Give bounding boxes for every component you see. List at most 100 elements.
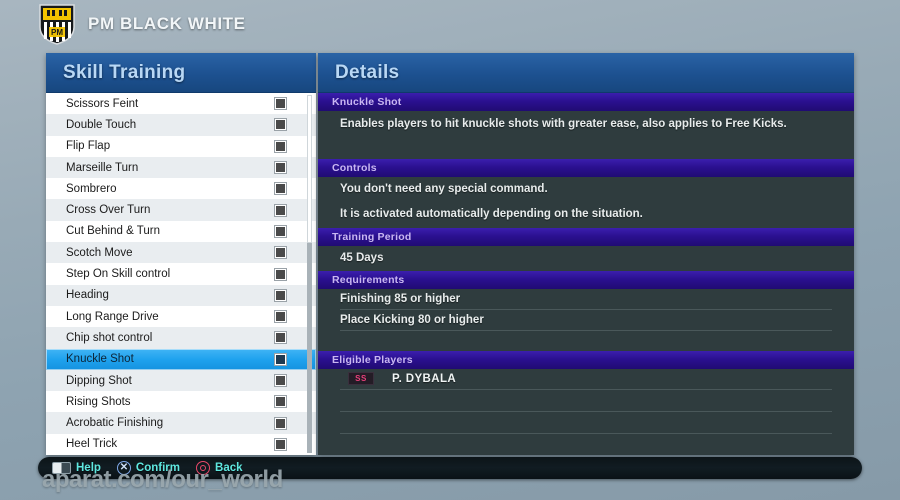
skill-training-title: Skill Training	[63, 61, 186, 83]
skill-item-checkbox[interactable]	[275, 417, 286, 429]
skill-list[interactable]: Scissors Feint Double Touch Flip Flap Marse…	[46, 93, 316, 455]
details-body: Knuckle Shot Enables players to hit knuc…	[318, 93, 854, 455]
skill-item-label: Sombrero	[66, 182, 117, 195]
button-hint-label: Help	[76, 462, 101, 474]
player-name-label: P. DYBALA	[392, 372, 457, 385]
skill-item-label: Scotch Move	[66, 246, 133, 259]
skill-item-checkbox[interactable]	[275, 268, 286, 280]
skill-item-label: Rising Shots	[66, 395, 131, 408]
requirements-label: Requirements	[332, 274, 405, 287]
skill-list-item[interactable]: Flip Flap	[46, 135, 316, 157]
skill-item-checkbox[interactable]	[275, 119, 286, 131]
training-period-value: 45 Days	[340, 251, 384, 264]
skill-list-item[interactable]: Cut Behind & Turn	[46, 220, 316, 243]
skill-item-checkbox[interactable]	[275, 98, 286, 110]
section-header-eligible-players: Eligible Players	[318, 351, 854, 370]
skill-list-item[interactable]: Cross Over Turn	[46, 199, 316, 221]
club-crest-icon: PM	[38, 3, 76, 45]
skill-name-label: Knuckle Shot	[332, 96, 402, 108]
skill-item-label: Cut Behind & Turn	[66, 225, 160, 238]
skill-list-item[interactable]: Step On Skill control	[46, 263, 316, 285]
eligible-player-row[interactable]: SS P. DYBALA	[340, 369, 832, 391]
button-hint-help[interactable]: Help	[52, 462, 101, 474]
section-header-training-period: Training Period	[318, 227, 854, 246]
eligible-players-label: Eligible Players	[332, 354, 413, 367]
button-hint-label: Confirm	[135, 462, 181, 474]
circle-button-icon	[196, 461, 211, 475]
skill-item-checkbox[interactable]	[275, 375, 286, 386]
player-position-badge: SS	[348, 372, 374, 386]
skill-list-item[interactable]: Heel Trick	[46, 433, 316, 455]
touchpad-icon	[52, 462, 71, 474]
skill-list-item[interactable]: Dipping Shot	[46, 369, 316, 392]
club-name-label: PM BLACK WHITE	[88, 14, 246, 33]
skill-item-checkbox[interactable]	[275, 204, 286, 216]
skill-item-label: Step On Skill control	[66, 268, 171, 281]
skill-list-item[interactable]: Knuckle Shot	[46, 348, 316, 370]
skill-list-item[interactable]: Scotch Move	[46, 242, 316, 264]
skill-list-item[interactable]: Long Range Drive	[46, 305, 316, 328]
skill-list-item[interactable]: Heading	[46, 284, 316, 306]
button-hint-bar: Help ✕ Confirm Back	[38, 457, 862, 479]
skill-item-checkbox[interactable]	[275, 247, 286, 259]
skill-list-item[interactable]: Sombrero	[46, 178, 316, 200]
skill-training-panel: Skill Training Scissors Feint Double Touc…	[46, 53, 316, 455]
eligible-player-empty-row	[340, 412, 832, 435]
skill-item-checkbox[interactable]	[275, 332, 286, 344]
circle-button-inner	[200, 465, 207, 471]
top-bar: PM PM BLACK WHITE	[0, 0, 900, 48]
eligible-player-empty-row	[340, 390, 832, 413]
requirement-row: Finishing 85 or higher	[340, 289, 832, 311]
requirements-list: Finishing 85 or higher Place Kicking 80 o…	[318, 289, 854, 332]
details-panel: Details Knuckle Shot Enables players to …	[318, 53, 854, 455]
button-hint-confirm[interactable]: ✕ Confirm	[116, 461, 181, 475]
skill-item-checkbox[interactable]	[275, 396, 286, 408]
skill-item-checkbox[interactable]	[275, 225, 286, 237]
skill-item-label: Dipping Shot	[66, 374, 132, 387]
skill-item-label: Double Touch	[66, 118, 137, 131]
details-header: Details	[318, 53, 854, 93]
skill-description: Enables players to hit knuckle shots wit…	[340, 118, 787, 130]
skill-item-label: Cross Over Turn	[66, 204, 151, 217]
skill-item-label: Marseille Turn	[66, 161, 139, 174]
skill-list-item[interactable]: Rising Shots	[46, 391, 316, 413]
skill-item-checkbox[interactable]	[275, 162, 286, 174]
training-period-label: Training Period	[332, 230, 412, 243]
skill-list-scrollbar-thumb[interactable]	[307, 95, 312, 243]
svg-text:PM: PM	[51, 28, 63, 37]
skill-item-checkbox[interactable]	[275, 353, 286, 365]
skill-item-checkbox[interactable]	[275, 183, 286, 195]
section-header-controls: Controls	[318, 158, 854, 177]
controls-label: Controls	[332, 161, 377, 174]
skill-item-label: Scissors Feint	[66, 97, 139, 110]
skill-list-item[interactable]: Chip shot control	[46, 327, 316, 349]
skill-training-header: Skill Training	[46, 53, 316, 93]
skill-list-item[interactable]: Double Touch	[46, 114, 316, 136]
skill-list-scrollbar-track[interactable]	[307, 95, 312, 453]
skill-item-label: Acrobatic Finishing	[66, 417, 164, 430]
skill-item-checkbox[interactable]	[275, 289, 286, 301]
skill-list-item[interactable]: Scissors Feint	[46, 93, 316, 115]
skill-item-label: Heel Trick	[66, 438, 118, 451]
eligible-players-list: SS P. DYBALA	[318, 369, 854, 435]
section-header-requirements: Requirements	[318, 271, 854, 290]
skill-item-label: Long Range Drive	[66, 310, 159, 323]
skill-item-label: Chip shot control	[66, 331, 153, 344]
controls-line-2: It is activated automatically depending …	[340, 208, 643, 221]
button-hint-label: Back	[215, 462, 243, 474]
skill-list-item[interactable]: Marseille Turn	[46, 156, 316, 179]
skill-item-checkbox[interactable]	[275, 140, 286, 152]
skill-item-checkbox[interactable]	[275, 311, 286, 323]
button-hint-back[interactable]: Back	[196, 461, 243, 475]
skill-item-label: Flip Flap	[66, 140, 111, 153]
skill-item-checkbox[interactable]	[275, 438, 286, 450]
cross-button-icon: ✕	[116, 461, 131, 475]
details-title: Details	[335, 61, 400, 83]
skill-list-item[interactable]: Acrobatic Finishing	[46, 412, 316, 434]
skill-item-label: Heading	[66, 289, 109, 302]
section-header-skill-name: Knuckle Shot	[318, 93, 854, 111]
skill-item-label: Knuckle Shot	[66, 353, 134, 366]
skill-list-container: Scissors Feint Double Touch Flip Flap Marse…	[46, 93, 316, 455]
